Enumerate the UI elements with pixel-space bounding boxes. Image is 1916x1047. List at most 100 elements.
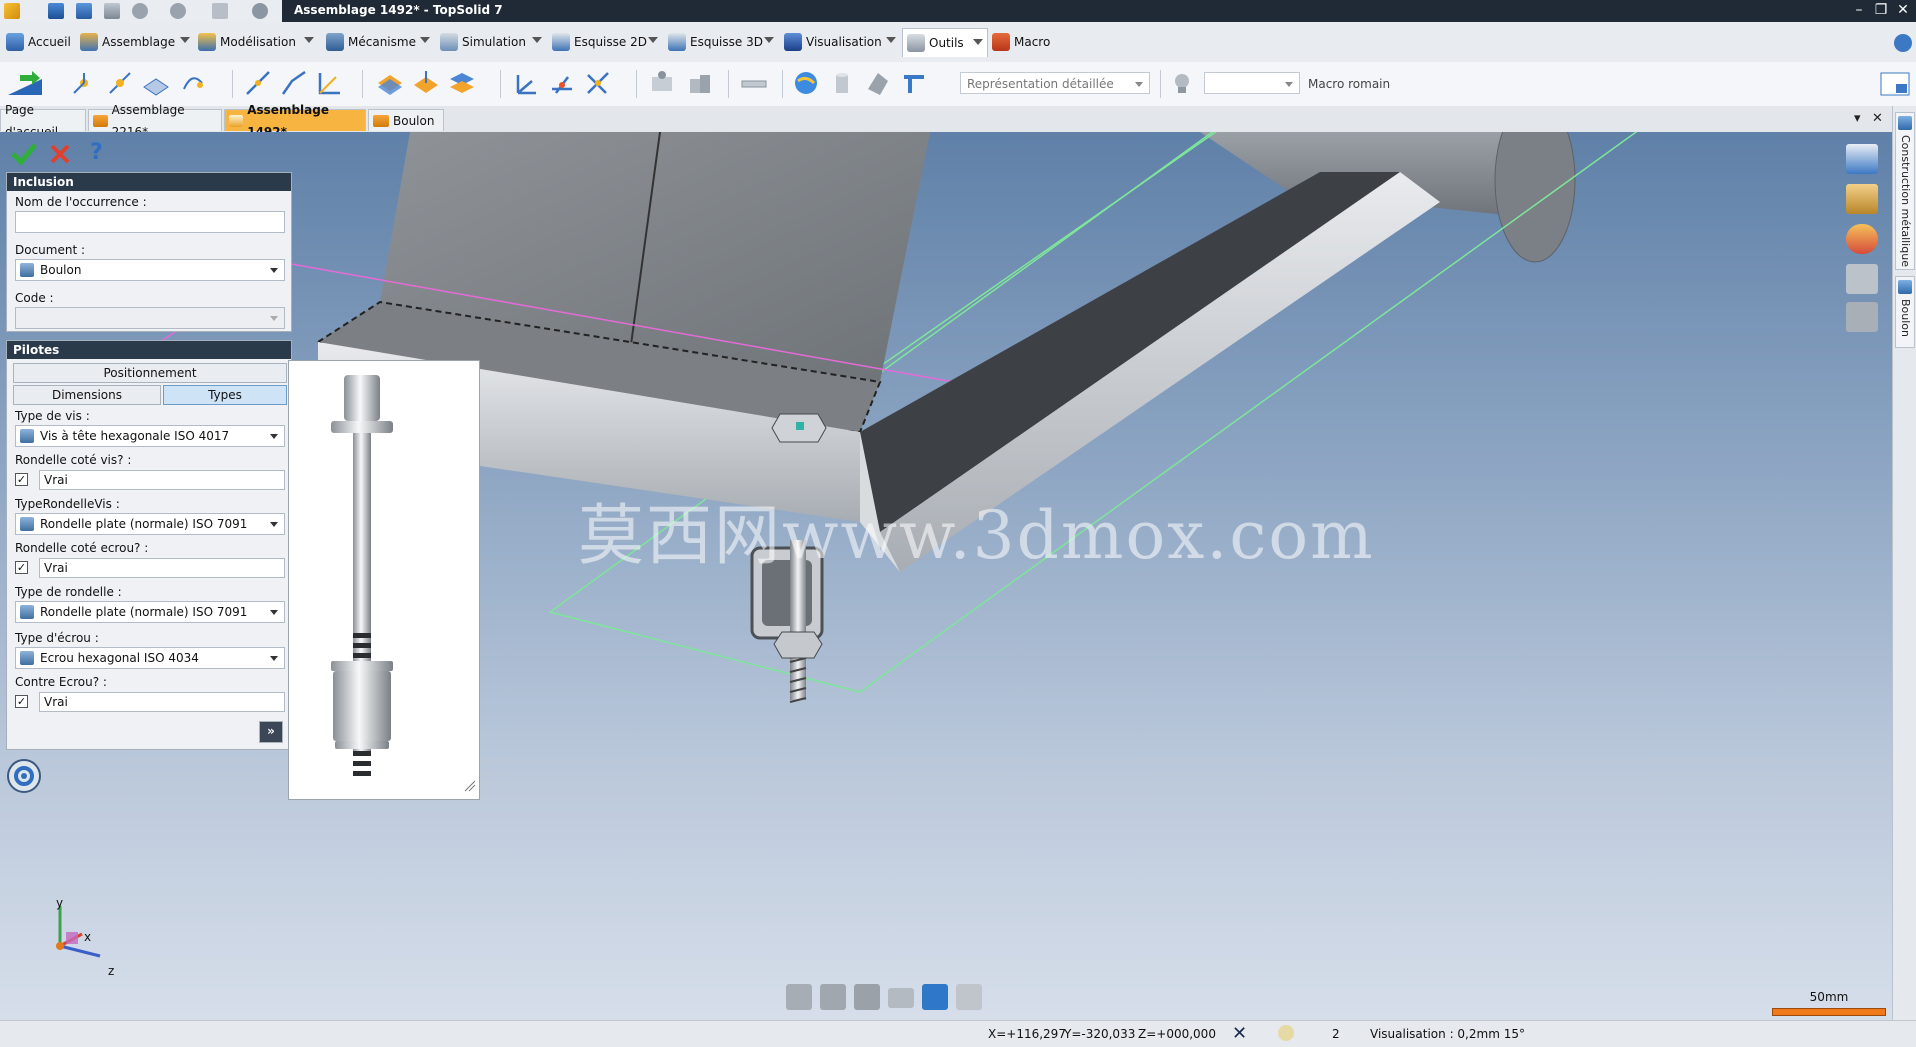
menu-modelisation[interactable]: Modélisation: [198, 30, 314, 54]
tab-assemblage-1492[interactable]: Assemblage 1492*: [224, 103, 366, 139]
save-icon[interactable]: [48, 3, 64, 19]
contre-ecrou-value[interactable]: Vrai: [39, 692, 285, 712]
coordinate-frame-icon[interactable]: [512, 69, 540, 97]
rondelle-vis-value[interactable]: Vrai: [39, 470, 285, 490]
macro-select[interactable]: [1204, 72, 1300, 94]
layout-icon[interactable]: [1880, 72, 1910, 96]
positionnement-button[interactable]: Positionnement: [13, 363, 287, 383]
save-all-icon[interactable]: [76, 3, 92, 19]
snap-cross-icon[interactable]: ✕: [1232, 1023, 1247, 1044]
chevron-down-icon[interactable]: [764, 37, 774, 43]
document-select[interactable]: Boulon: [15, 259, 285, 281]
close-tab-icon[interactable]: ✕: [1872, 111, 1883, 126]
pencil-icon[interactable]: [212, 3, 228, 19]
include-part-icon[interactable]: [6, 69, 46, 97]
chevron-down-icon[interactable]: [648, 37, 658, 43]
frame-point-icon[interactable]: [106, 69, 134, 97]
pilotes-header[interactable]: Pilotes: [7, 341, 291, 359]
profile-blue-icon[interactable]: [922, 984, 948, 1010]
plane-icon[interactable]: [142, 69, 170, 97]
help-icon[interactable]: [1894, 34, 1912, 52]
menu-esquisse-2d[interactable]: Esquisse 2D: [552, 30, 658, 54]
tab-assemblage-2216[interactable]: Assemblage 2216*: [88, 103, 222, 139]
tab-boulon[interactable]: Boulon: [368, 109, 444, 131]
chevron-down-icon[interactable]: [886, 37, 896, 43]
rondelle-vis-checkbox[interactable]: ✓: [15, 473, 28, 486]
cube-view-icon[interactable]: [1846, 302, 1878, 332]
help-question-icon[interactable]: ?: [90, 140, 103, 165]
code-select[interactable]: [15, 307, 285, 329]
frame-rotate-icon[interactable]: [584, 69, 612, 97]
menu-esquisse-3d[interactable]: Esquisse 3D: [668, 30, 774, 54]
tabs-menu-icon[interactable]: ▾: [1854, 111, 1861, 126]
menu-assemblage[interactable]: Assemblage: [80, 30, 190, 54]
layer-plane-icon[interactable]: [376, 69, 404, 97]
contre-ecrou-checkbox[interactable]: ✓: [15, 695, 28, 708]
macro-tool-icon[interactable]: [1168, 69, 1196, 97]
types-tab[interactable]: Types: [163, 385, 287, 405]
box-view-icon[interactable]: [1846, 184, 1878, 214]
line-icon[interactable]: [244, 69, 272, 97]
minimize-button[interactable]: –: [1852, 1, 1866, 19]
undo-icon[interactable]: [132, 3, 148, 19]
profile-gray-icon[interactable]: [854, 984, 880, 1010]
dimensions-tab[interactable]: Dimensions: [13, 385, 161, 405]
restore-button[interactable]: ❐: [1874, 1, 1888, 19]
chevron-down-icon[interactable]: [180, 37, 190, 43]
refresh-icon[interactable]: [252, 3, 268, 19]
occurrence-input[interactable]: [15, 211, 285, 233]
menu-visualisation[interactable]: Visualisation: [784, 30, 896, 54]
offset-plane-icon[interactable]: [412, 69, 440, 97]
cancel-x-icon[interactable]: [48, 142, 72, 166]
close-button[interactable]: ✕: [1896, 1, 1910, 19]
gear-icon[interactable]: [6, 758, 42, 794]
profile-gray-icon[interactable]: [888, 988, 914, 1008]
section-view-icon[interactable]: [1846, 264, 1878, 294]
profile-gray-icon[interactable]: [956, 984, 982, 1010]
redo-icon[interactable]: [170, 3, 186, 19]
more-options-button[interactable]: »: [259, 721, 283, 743]
frame-offset-icon[interactable]: [548, 69, 576, 97]
type-rondelle-vis-select[interactable]: Rondelle plate (normale) ISO 7091: [15, 513, 285, 535]
side-tab-boulon[interactable]: Boulon: [1895, 276, 1915, 348]
type-rondelle-select[interactable]: Rondelle plate (normale) ISO 7091: [15, 601, 285, 623]
topsolid-logo-icon[interactable]: [4, 3, 20, 19]
polyline-icon[interactable]: [280, 69, 308, 97]
chevron-down-icon[interactable]: [304, 37, 314, 43]
menu-mecanisme[interactable]: Mécanisme: [326, 30, 430, 54]
ok-check-icon[interactable]: [10, 142, 38, 166]
bolt-component-icon[interactable]: [864, 69, 892, 97]
chevron-down-icon[interactable]: [420, 37, 430, 43]
profile-icon[interactable]: [900, 69, 928, 97]
rondelle-ecrou-value[interactable]: Vrai: [39, 558, 285, 578]
align-icon[interactable]: [686, 69, 714, 97]
ecrou-type-select[interactable]: Ecrou hexagonal ISO 4034: [15, 647, 285, 669]
tab-page-accueil[interactable]: Page d'accueil: [0, 103, 86, 139]
axis-rotation-icon[interactable]: [178, 69, 206, 97]
side-tab-construction[interactable]: Construction métallique: [1895, 112, 1915, 270]
view-layout-icon[interactable]: [1846, 144, 1878, 174]
vis-type-select[interactable]: Vis à tête hexagonale ISO 4017: [15, 425, 285, 447]
rondelle-ecrou-checkbox[interactable]: ✓: [15, 561, 28, 574]
chevron-down-icon[interactable]: [532, 37, 542, 43]
menu-simulation[interactable]: Simulation: [440, 30, 542, 54]
chevron-down-icon[interactable]: [973, 39, 983, 45]
menu-outils[interactable]: Outils: [902, 28, 988, 57]
menu-macro[interactable]: Macro: [992, 30, 1050, 54]
measure-icon[interactable]: [740, 69, 768, 97]
inclusion-header[interactable]: Inclusion: [7, 173, 291, 191]
color-palette-icon[interactable]: [1846, 224, 1878, 254]
filter-icon[interactable]: [1278, 1025, 1294, 1041]
profile-gray-icon[interactable]: [820, 984, 846, 1010]
menu-accueil[interactable]: Accueil: [6, 30, 71, 54]
plane-stack-icon[interactable]: [448, 69, 476, 97]
point-icon[interactable]: [70, 69, 98, 97]
representation-select[interactable]: Représentation détaillée: [960, 72, 1150, 94]
render-sphere-icon[interactable]: [792, 69, 820, 97]
frame-icon[interactable]: [316, 69, 344, 97]
cylinder-icon[interactable]: [828, 69, 856, 97]
profile-gray-icon[interactable]: [786, 984, 812, 1010]
print-icon[interactable]: [104, 3, 120, 19]
constraint-icon[interactable]: [648, 69, 676, 97]
nut: [773, 631, 823, 659]
